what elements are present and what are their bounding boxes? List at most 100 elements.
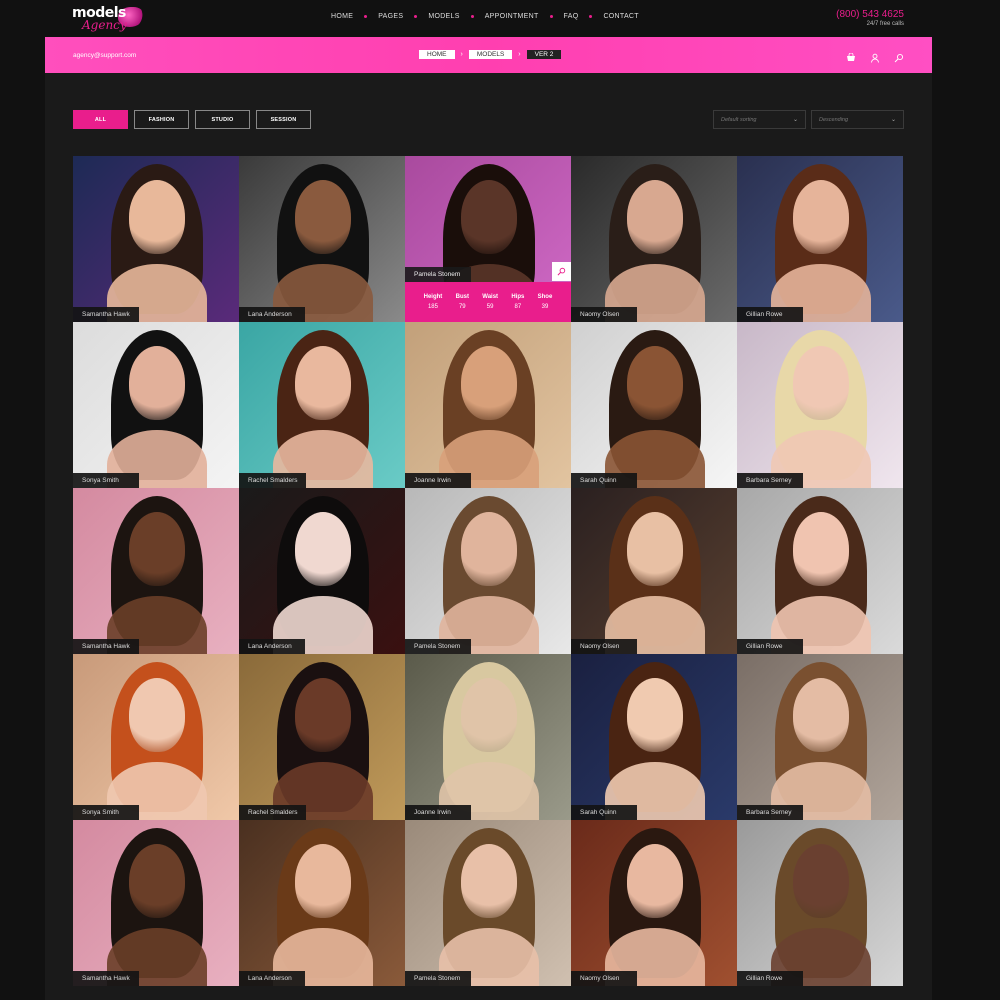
- zoom-button[interactable]: [552, 262, 571, 281]
- model-name-label: Gillian Rowe: [737, 971, 803, 986]
- model-photo: [571, 820, 737, 986]
- model-card[interactable]: Pamela Stonem Height 185 Bust 79 Waist 59 Hips 8…: [405, 156, 571, 322]
- model-card[interactable]: Naomy Olsen: [571, 488, 737, 654]
- model-name-label: Gillian Rowe: [737, 639, 803, 654]
- model-card[interactable]: Pamela Stonem: [405, 820, 571, 986]
- model-name-label: Joanne Irwin: [405, 805, 471, 820]
- main-nav: HOME PAGES MODELS APPOINTMENT FAQ CONTAC…: [320, 13, 650, 20]
- model-card[interactable]: Samantha Hawk: [73, 820, 239, 986]
- model-name-label: Barbara Serney: [737, 805, 803, 820]
- sort-controls: Default sorting ⌄ Descending ⌄: [713, 110, 904, 129]
- model-photo: [239, 654, 405, 820]
- model-name-label: Rachel Smalders: [239, 473, 306, 488]
- model-card[interactable]: Lana Anderson: [239, 820, 405, 986]
- model-photo: [737, 156, 903, 322]
- model-name-label: Sarah Quinn: [571, 805, 637, 820]
- sort-order-value: Default sorting: [721, 116, 757, 123]
- model-photo: [571, 156, 737, 322]
- model-photo: [737, 322, 903, 488]
- model-card[interactable]: Joanne Irwin: [405, 654, 571, 820]
- model-card[interactable]: Sarah Quinn: [571, 654, 737, 820]
- measurement-label: Shoe: [537, 294, 553, 300]
- model-photo: [405, 820, 571, 986]
- filter-all[interactable]: ALL: [73, 110, 128, 129]
- model-face-shape: [129, 678, 185, 752]
- nav-models[interactable]: MODELS: [417, 13, 470, 20]
- model-face-shape: [129, 512, 185, 586]
- phone-contact: (800) 543 4625 24/7 free calls: [836, 9, 904, 27]
- nav-contact[interactable]: CONTACT: [592, 13, 649, 20]
- model-card[interactable]: Rachel Smalders: [239, 654, 405, 820]
- model-name-label: Sonya Smith: [73, 473, 139, 488]
- model-card[interactable]: Sonya Smith: [73, 322, 239, 488]
- model-card[interactable]: Barbara Serney: [737, 654, 903, 820]
- model-photo: [737, 488, 903, 654]
- nav-faq[interactable]: FAQ: [553, 13, 590, 20]
- model-card[interactable]: Gillian Rowe: [737, 156, 903, 322]
- sort-order-select[interactable]: Default sorting ⌄: [713, 110, 806, 129]
- model-card[interactable]: Sonya Smith: [73, 654, 239, 820]
- cart-icon[interactable]: [846, 50, 856, 61]
- model-name-label: Pamela Stonem: [405, 971, 471, 986]
- breadcrumb-bar: agency@support.com HOME › MODELS › VER 2: [45, 37, 932, 73]
- filter-studio[interactable]: STUDIO: [195, 110, 250, 129]
- models-grid: Samantha Hawk Lana Anderson Pamela Stonem H…: [73, 156, 905, 986]
- model-name-label: Pamela Stonem: [405, 639, 471, 654]
- measurement-hips: Hips 87: [511, 294, 524, 310]
- model-card[interactable]: Joanne Irwin: [405, 322, 571, 488]
- nav-pages[interactable]: PAGES: [367, 13, 414, 20]
- sort-direction-select[interactable]: Descending ⌄: [811, 110, 904, 129]
- search-icon: [557, 267, 566, 276]
- breadcrumb-home[interactable]: HOME: [419, 50, 455, 59]
- user-icon[interactable]: [870, 50, 880, 63]
- model-face-shape: [295, 844, 351, 918]
- measurement-label: Bust: [455, 294, 469, 300]
- model-name-label: Joanne Irwin: [405, 473, 471, 488]
- category-filters: ALL FASHION STUDIO SESSION: [73, 110, 311, 129]
- model-card[interactable]: Pamela Stonem: [405, 488, 571, 654]
- model-photo: [73, 654, 239, 820]
- measurement-label: Waist: [482, 294, 499, 300]
- model-photo: [571, 654, 737, 820]
- top-navbar: models Agency HOME PAGES MODELS APPOINTM…: [0, 0, 1000, 37]
- search-icon[interactable]: [894, 50, 904, 63]
- model-face-shape: [129, 844, 185, 918]
- model-card[interactable]: Naomy Olsen: [571, 820, 737, 986]
- measurement-value: 87: [514, 304, 522, 310]
- measurement-bust: Bust 79: [456, 294, 469, 310]
- model-name-label: Lana Anderson: [239, 971, 305, 986]
- model-name-label: Rachel Smalders: [239, 805, 306, 820]
- model-face-shape: [461, 844, 517, 918]
- model-card[interactable]: Lana Anderson: [239, 156, 405, 322]
- model-name-label: Naomy Olsen: [571, 639, 637, 654]
- chevron-down-icon: ⌄: [890, 117, 896, 123]
- filter-fashion[interactable]: FASHION: [134, 110, 189, 129]
- measurement-value: 185: [427, 304, 438, 310]
- model-photo: [73, 488, 239, 654]
- model-card[interactable]: Sarah Quinn: [571, 322, 737, 488]
- model-face-shape: [627, 844, 683, 918]
- model-photo: [571, 322, 737, 488]
- model-card[interactable]: Samantha Hawk: [73, 488, 239, 654]
- model-card[interactable]: Naomy Olsen: [571, 156, 737, 322]
- model-card[interactable]: Samantha Hawk: [73, 156, 239, 322]
- model-name-label: Samantha Hawk: [73, 307, 139, 322]
- filter-session[interactable]: SESSION: [256, 110, 311, 129]
- breadcrumb-models[interactable]: MODELS: [468, 50, 513, 59]
- model-card[interactable]: Gillian Rowe: [737, 820, 903, 986]
- model-card[interactable]: Rachel Smalders: [239, 322, 405, 488]
- model-card[interactable]: Barbara Serney: [737, 322, 903, 488]
- phone-number[interactable]: (800) 543 4625: [836, 9, 904, 20]
- model-measurements: Height 185 Bust 79 Waist 59 Hips 87 Shoe 39: [405, 282, 571, 322]
- support-email[interactable]: agency@support.com: [73, 52, 136, 59]
- nav-appointment[interactable]: APPOINTMENT: [474, 13, 550, 20]
- model-card[interactable]: Gillian Rowe: [737, 488, 903, 654]
- nav-home[interactable]: HOME: [320, 13, 364, 20]
- model-name-label: Samantha Hawk: [73, 971, 139, 986]
- site-logo[interactable]: models Agency: [72, 5, 152, 35]
- measurement-value: 79: [458, 304, 466, 310]
- model-face-shape: [461, 678, 517, 752]
- logo-script: Agency: [82, 18, 127, 32]
- model-card[interactable]: Lana Anderson: [239, 488, 405, 654]
- model-face-shape: [461, 180, 517, 254]
